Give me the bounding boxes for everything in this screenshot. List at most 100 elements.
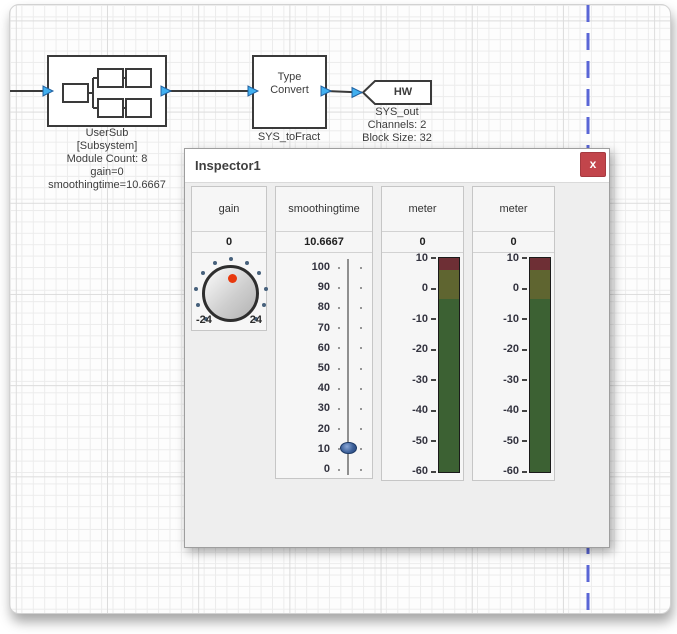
knob-tick-dot <box>201 271 205 275</box>
slider-tick-dot <box>360 448 362 450</box>
meter-tick-mark <box>522 257 527 259</box>
close-icon[interactable]: x <box>580 152 606 177</box>
slider-tick-dot <box>338 408 340 410</box>
meter-tick-mark <box>522 349 527 351</box>
knob-max-label: 24 <box>250 314 262 326</box>
slider-tick-dot <box>360 469 362 471</box>
slider-tick-dot <box>360 287 362 289</box>
design-canvas: Type Convert HW UserSub [Subsystem] Modu… <box>9 4 671 614</box>
meter-bar <box>529 257 551 473</box>
slider-tick-dot <box>338 428 340 430</box>
slider-tick-dot <box>360 428 362 430</box>
slider-tick-dot <box>338 368 340 370</box>
slider-tick-dot <box>338 307 340 309</box>
meter-bar <box>438 257 460 473</box>
meter-tick-mark <box>522 410 527 412</box>
meter-zone-red <box>439 258 459 270</box>
inspector-title: Inspector1 <box>195 149 261 182</box>
smoothingtime-panel-header: smoothingtime <box>276 187 372 232</box>
slider-tick-label: 10 <box>282 443 330 456</box>
gain-panel: gain 0 -24 24 <box>191 186 267 331</box>
meter-tick-mark <box>522 379 527 381</box>
meter-tick-label: -60 <box>475 465 519 478</box>
meter-tick-label: -40 <box>384 404 428 417</box>
slider-tick-dot <box>338 347 340 349</box>
slider-tick-label: 100 <box>282 261 330 274</box>
meter-tick-label: -30 <box>384 374 428 387</box>
meter-panel-2: meter 0 100-10-20-30-40-50-60 <box>472 186 555 481</box>
slider-tick-dot <box>338 267 340 269</box>
meter-zone-green <box>439 299 459 472</box>
meter-tick-mark <box>431 471 436 473</box>
inspector-window: Inspector1 x gain 0 -24 24 smoothingtime… <box>184 148 610 548</box>
meter-zone-olive <box>530 270 550 299</box>
knob-tick-dot <box>229 257 233 261</box>
meter-tick-label: -30 <box>475 374 519 387</box>
meter-tick-mark <box>431 288 436 290</box>
meter-tick-mark <box>431 410 436 412</box>
meter-tick-label: -50 <box>475 435 519 448</box>
usersub-block[interactable] <box>48 56 166 126</box>
gain-value: 0 <box>192 232 266 253</box>
meter-tick-mark <box>431 257 436 259</box>
meter-tick-label: 10 <box>384 252 428 265</box>
meter-value: 0 <box>473 232 554 253</box>
slider-tick-label: 20 <box>282 423 330 436</box>
meter-panel-header: meter <box>382 187 463 232</box>
meter-tick-label: 0 <box>475 282 519 295</box>
knob-tick-dot <box>262 303 266 307</box>
type-convert-caption: SYS_toFract <box>244 131 334 144</box>
knob-tick-dot <box>264 287 268 291</box>
meter-zone-green <box>530 299 550 472</box>
slider-tick-dot <box>360 347 362 349</box>
knob-tick-dot <box>245 261 249 265</box>
meter-tick-mark <box>522 288 527 290</box>
meter-zone-olive <box>439 270 459 299</box>
slider-tick-dot <box>360 408 362 410</box>
usersub-caption: UserSub [Subsystem] Module Count: 8 gain… <box>18 127 196 192</box>
gain-panel-header: gain <box>192 187 266 232</box>
meter-tick-label: 10 <box>475 252 519 265</box>
meter-tick-mark <box>431 349 436 351</box>
slider-tick-dot <box>338 388 340 390</box>
meter-tick-mark <box>522 440 527 442</box>
meter-tick-label: -10 <box>475 313 519 326</box>
meter-tick-mark <box>522 318 527 320</box>
knob-tick-dot <box>194 287 198 291</box>
meter-tick-label: -50 <box>384 435 428 448</box>
smoothingtime-panel: smoothingtime 10.6667 100908070605040302… <box>275 186 373 479</box>
meter-panel-1: meter 0 100-10-20-30-40-50-60 <box>381 186 464 481</box>
slider-tick-dot <box>338 327 340 329</box>
slider-tick-label: 0 <box>282 463 330 476</box>
slider-tick-label: 80 <box>282 301 330 314</box>
slider-tick-dot <box>360 368 362 370</box>
slider-tick-label: 60 <box>282 342 330 355</box>
slider-tick-dot <box>360 327 362 329</box>
meter-tick-label: -20 <box>475 343 519 356</box>
meter-tick-label: -40 <box>475 404 519 417</box>
slider-handle[interactable] <box>340 442 357 454</box>
meter-tick-label: -10 <box>384 313 428 326</box>
knob-min-label: -24 <box>196 314 212 326</box>
meter-tick-mark <box>431 440 436 442</box>
smoothingtime-value: 10.6667 <box>276 232 372 253</box>
slider-tick-label: 30 <box>282 402 330 415</box>
meter-tick-label: -20 <box>384 343 428 356</box>
slider-tick-dot <box>360 267 362 269</box>
meter-value: 0 <box>382 232 463 253</box>
knob-indicator-dot <box>228 274 237 283</box>
meter-tick-mark <box>431 318 436 320</box>
meter-tick-mark <box>431 379 436 381</box>
meter-panel-header: meter <box>473 187 554 232</box>
slider-tick-label: 90 <box>282 281 330 294</box>
meter-zone-red <box>530 258 550 270</box>
slider-tick-label: 50 <box>282 362 330 375</box>
hw-label: HW <box>375 86 431 99</box>
meter-tick-label: -60 <box>384 465 428 478</box>
knob-tick-dot <box>213 261 217 265</box>
slider-tick-dot <box>360 307 362 309</box>
meter-tick-mark <box>522 471 527 473</box>
inspector-titlebar[interactable]: Inspector1 x <box>185 149 609 183</box>
knob-tick-dot <box>196 303 200 307</box>
hw-caption: SYS_out Channels: 2 Block Size: 32 <box>347 106 447 145</box>
